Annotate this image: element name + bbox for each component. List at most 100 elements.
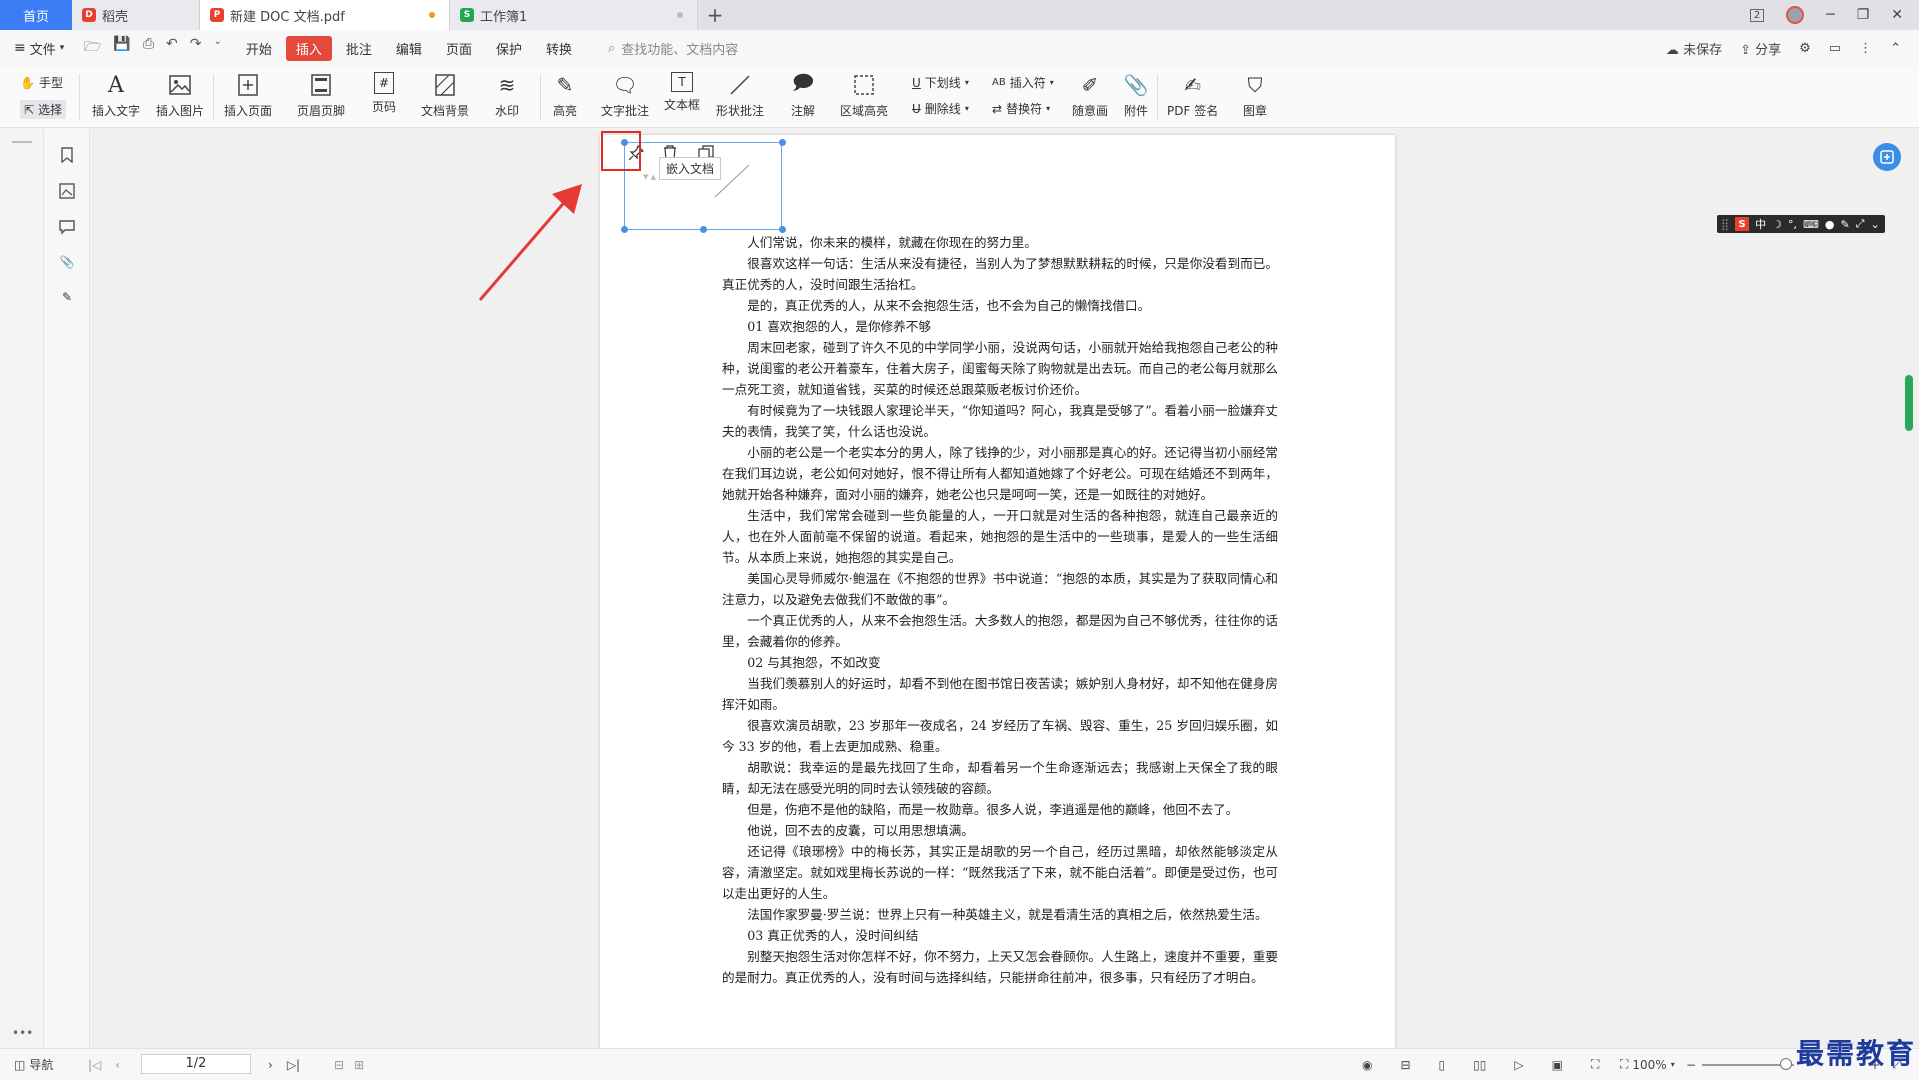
back-icon[interactable]: ⊟ (334, 1058, 344, 1072)
undo-icon[interactable]: ↶ (166, 36, 178, 60)
bookmark-icon[interactable] (57, 145, 77, 165)
area-highlight-button[interactable]: 区域高亮 (840, 72, 888, 119)
file-menu[interactable]: ≡ 文件 ▾ (0, 39, 84, 58)
customize-icon[interactable]: ⌄ (213, 36, 221, 60)
textbox-button[interactable]: T 文本框 (664, 72, 700, 113)
tab-daoke[interactable]: D 稻壳 (72, 0, 200, 30)
tab-comment[interactable]: 批注 (336, 36, 382, 61)
insert-page-button[interactable]: 插入页面 (224, 72, 272, 119)
last-page-icon[interactable]: ▷| (287, 1058, 300, 1072)
ime-punct-icon[interactable]: °, (1788, 218, 1797, 231)
print-icon[interactable]: ⎙ (143, 36, 154, 60)
more-icon[interactable]: ⋮ (1859, 41, 1872, 56)
zoom-slider-knob[interactable] (1780, 1058, 1792, 1070)
floating-assistant-button[interactable] (1873, 143, 1901, 171)
redo-icon[interactable]: ↷ (190, 36, 202, 60)
minimize-icon[interactable]: ─ (1826, 7, 1834, 23)
close-icon[interactable]: ✕ (1891, 7, 1903, 23)
share-button[interactable]: ⇪ 分享 (1740, 39, 1781, 58)
reading-mode-icon[interactable]: ▣ (1552, 1058, 1563, 1072)
collapse-ribbon-icon[interactable]: ⌃ (1890, 41, 1901, 56)
zoom-out-button[interactable]: − (1686, 1058, 1696, 1072)
single-page-icon[interactable]: ▯ (1439, 1058, 1446, 1072)
new-tab-button[interactable]: + (698, 0, 732, 30)
tab-protect[interactable]: 保护 (486, 36, 532, 61)
insert-char-button[interactable]: AB 插入符 ▾ (992, 74, 1054, 91)
attachment-icon[interactable]: 📎 (57, 252, 77, 272)
pdf-sign-button[interactable]: ✍ PDF 签名 (1167, 72, 1218, 119)
scrollbar-thumb[interactable] (1905, 375, 1913, 431)
tab-insert[interactable]: 插入 (285, 35, 332, 61)
tab-page[interactable]: 页面 (436, 36, 482, 61)
tab-close-dot-icon[interactable] (677, 12, 683, 18)
ime-moon-icon[interactable]: ☽ (1772, 218, 1782, 231)
ime-menu-icon[interactable]: ⌄ (1870, 218, 1879, 231)
insert-image-button[interactable]: 插入图片 (156, 72, 204, 119)
tab-workbook[interactable]: S 工作簿1 (450, 0, 698, 30)
ime-logo-icon[interactable]: S (1735, 217, 1750, 231)
tab-convert[interactable]: 转换 (536, 36, 582, 61)
vertical-scrollbar[interactable] (1905, 140, 1913, 1040)
tab-pdf-document[interactable]: P 新建 DOC 文档.pdf (200, 0, 450, 30)
shape-comment-button[interactable]: 形状批注 (716, 72, 764, 119)
page-number-button[interactable]: # 页码 (372, 72, 396, 115)
wrench-icon[interactable]: ✎ (1840, 218, 1849, 231)
fit-width-icon[interactable]: ⊟ (1400, 1058, 1410, 1072)
resize-handle[interactable] (621, 226, 628, 233)
navigation-toggle[interactable]: ◫ 导航 (14, 1056, 53, 1073)
doc-background-button[interactable]: 文档背景 (421, 72, 469, 119)
tab-home[interactable]: 首页 (0, 0, 72, 30)
more-icon[interactable]: ••• (12, 1026, 33, 1040)
prev-page-icon[interactable]: ‹ (115, 1058, 120, 1072)
open-folder-icon[interactable]: 🗁 (84, 36, 101, 60)
hand-tool-button[interactable]: ✋ 手型 (20, 74, 63, 91)
next-page-icon[interactable]: › (268, 1058, 273, 1072)
resize-handle[interactable] (700, 226, 707, 233)
search-input[interactable]: ⌕ 查找功能、文档内容 (608, 39, 738, 58)
zoom-level[interactable]: ⛶ 100% ▾ (1620, 1057, 1675, 1072)
freehand-button[interactable]: ✐ 随意画 (1072, 72, 1108, 119)
select-tool-button[interactable]: ⇱ 选择 (20, 100, 67, 119)
strikethrough-button[interactable]: U 删除线 ▾ (912, 100, 969, 117)
thumbnail-icon[interactable] (57, 181, 77, 201)
window-count-badge[interactable]: 2 (1749, 8, 1765, 22)
drag-handle-icon[interactable] (12, 141, 32, 143)
eye-protect-icon[interactable]: ◉ (1362, 1058, 1372, 1072)
feedback-icon[interactable]: ▭ (1829, 41, 1841, 56)
fit-page-icon[interactable]: ⛶ (1591, 1057, 1599, 1072)
ime-grip-icon[interactable]: ⣿ (1721, 218, 1729, 231)
avatar[interactable] (1786, 6, 1805, 24)
double-page-icon[interactable]: ▯▯ (1473, 1058, 1486, 1072)
keyboard-icon[interactable]: ⌨ (1803, 218, 1819, 231)
play-icon[interactable]: ▷ (1514, 1058, 1523, 1072)
ime-user-icon[interactable]: ● (1825, 218, 1835, 231)
save-icon[interactable]: 💾 (113, 36, 130, 60)
stamp-icon: ⛉ (1247, 73, 1263, 97)
watermark-button[interactable]: ≋ 水印 (494, 72, 520, 119)
settings-icon[interactable]: ⚙ (1799, 41, 1811, 56)
header-footer-icon (308, 72, 334, 98)
first-page-icon[interactable]: |◁ (88, 1058, 101, 1072)
insert-text-button[interactable]: A 插入文字 (92, 72, 140, 119)
header-footer-button[interactable]: 页眉页脚 (297, 72, 345, 119)
replace-char-button[interactable]: ⇄ 替换符 ▾ (992, 100, 1050, 117)
comment-icon[interactable] (57, 217, 77, 237)
ime-mode[interactable]: 中 (1755, 216, 1766, 232)
resize-handle[interactable] (779, 139, 786, 146)
forward-icon[interactable]: ⊞ (354, 1058, 364, 1072)
expand-icon[interactable]: ⤢ (1856, 217, 1865, 231)
sidebar-toggle-icon: ◫ (14, 1057, 26, 1072)
signature-icon[interactable]: ✎ (57, 287, 77, 307)
text-comment-button[interactable]: 🗨 文字批注 (601, 72, 649, 119)
attachment-button[interactable]: 📎 附件 (1123, 72, 1149, 119)
page-number-input[interactable]: 1/2 (141, 1054, 251, 1074)
highlight-button[interactable]: ✎ 高亮 (552, 72, 578, 119)
stamp-button[interactable]: ⛉ 图章 (1242, 72, 1268, 119)
stamp-label: 图章 (1242, 104, 1267, 118)
tab-edit[interactable]: 编辑 (386, 36, 432, 61)
tab-start[interactable]: 开始 (236, 36, 282, 61)
underline-button[interactable]: U 下划线 ▾ (912, 74, 969, 91)
unsaved-status[interactable]: ☁ 未保存 (1666, 39, 1722, 58)
restore-icon[interactable]: ❐ (1857, 7, 1870, 23)
note-button[interactable]: 🗩 注解 (790, 70, 816, 119)
